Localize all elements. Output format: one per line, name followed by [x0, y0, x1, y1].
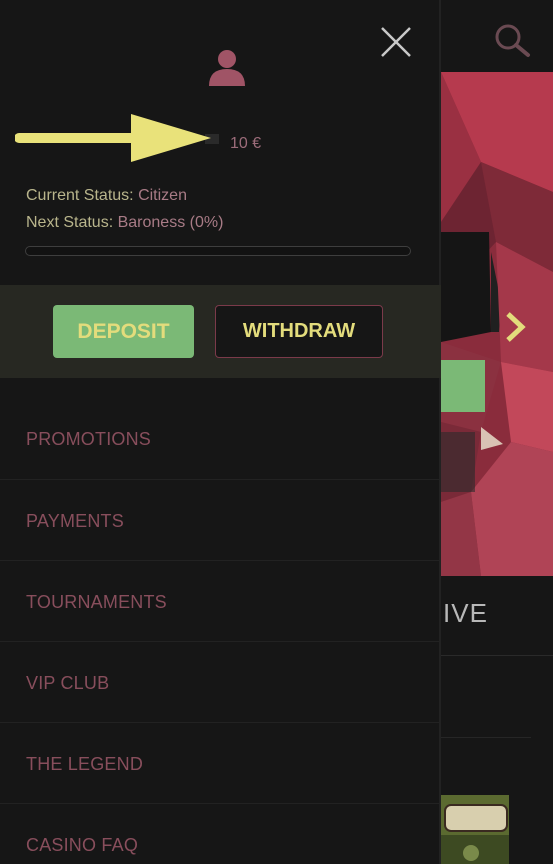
- arrow-right-icon: [15, 114, 219, 162]
- divider: [441, 655, 553, 656]
- user-icon[interactable]: [206, 48, 248, 86]
- next-status: Next Status: Baroness (0%): [26, 214, 223, 232]
- menu-item-casino-faq[interactable]: CASINO FAQ: [0, 803, 439, 864]
- menu-item-label: CASINO FAQ: [26, 835, 139, 855]
- account-drawer: 10 € Current Status: Citizen Next Status…: [0, 0, 441, 864]
- chevron-right-icon[interactable]: [502, 310, 532, 344]
- current-status: Current Status: Citizen: [26, 187, 187, 205]
- current-status-label: Current Status:: [26, 187, 134, 204]
- close-icon[interactable]: [378, 24, 414, 60]
- divider: [441, 737, 531, 738]
- banner-artwork: [441, 72, 553, 576]
- next-status-label: Next Status:: [26, 214, 114, 231]
- menu-item-label: THE LEGEND: [26, 754, 144, 774]
- section-heading-fragment: IVE: [443, 598, 488, 628]
- status-progress-bar: [25, 246, 411, 256]
- next-status-value: Baroness (0%): [117, 214, 224, 231]
- game-thumbnail[interactable]: [441, 795, 509, 864]
- menu-item-label: PAYMENTS: [26, 511, 124, 531]
- menu-item-vip-club[interactable]: VIP CLUB: [0, 641, 439, 722]
- menu-item-promotions[interactable]: PROMOTIONS: [0, 398, 439, 479]
- wallet-balance: 10 €: [230, 135, 262, 152]
- menu-item-payments[interactable]: PAYMENTS: [0, 479, 439, 560]
- menu-item-label: TOURNAMENTS: [26, 592, 167, 612]
- menu-item-label: VIP CLUB: [26, 673, 110, 693]
- deposit-button[interactable]: DEPOSIT: [53, 305, 194, 358]
- menu-item-label: PROMOTIONS: [26, 429, 152, 449]
- current-status-value: Citizen: [138, 187, 187, 204]
- search-icon[interactable]: [492, 22, 532, 58]
- thumbnail-artwork: [441, 795, 509, 864]
- promo-banner[interactable]: [441, 72, 553, 576]
- menu-item-tournaments[interactable]: TOURNAMENTS: [0, 560, 439, 641]
- wallet-actions: DEPOSIT WITHDRAW: [0, 285, 441, 378]
- withdraw-button[interactable]: WITHDRAW: [215, 305, 383, 358]
- drawer-menu: PROMOTIONS PAYMENTS TOURNAMENTS VIP CLUB…: [0, 398, 439, 864]
- menu-item-the-legend[interactable]: THE LEGEND: [0, 722, 439, 803]
